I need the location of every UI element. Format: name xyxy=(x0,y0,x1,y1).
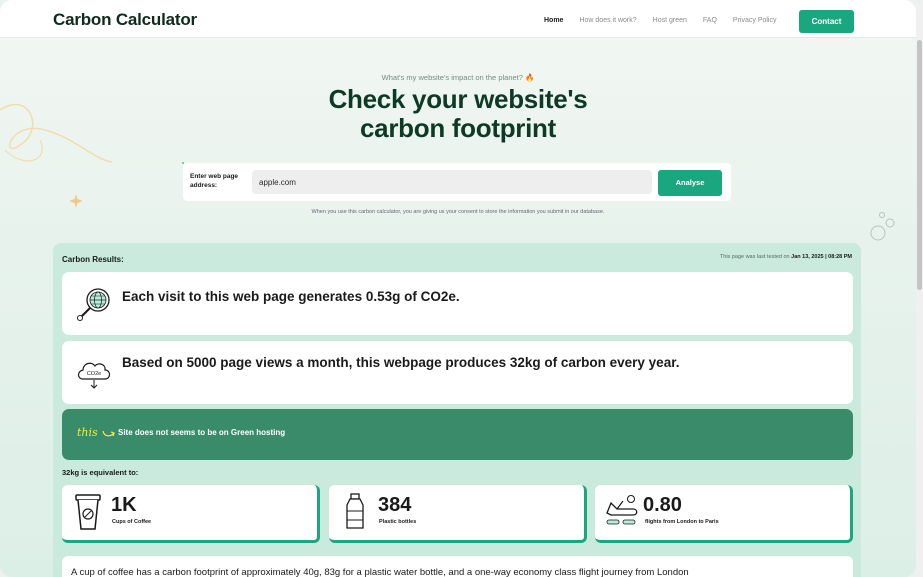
nav-privacy-policy[interactable]: Privacy Policy xyxy=(733,17,777,24)
url-input[interactable] xyxy=(252,170,652,194)
yearly-emission-card: CO2e Based on 5000 page views a month, t… xyxy=(62,341,853,404)
co2-cloud-icon: CO2e xyxy=(77,362,111,389)
svg-text:CO2e: CO2e xyxy=(87,371,101,377)
analyse-button[interactable]: Analyse xyxy=(658,170,722,196)
banner-this-label: this xyxy=(77,426,98,439)
hero-title-line1: Check your website's xyxy=(328,84,588,114)
yearly-emission-text: Based on 5000 page views a month, this w… xyxy=(122,355,680,370)
flight-equivalent-card: 0.80 flights from London to Paris xyxy=(595,485,853,543)
green-hosting-banner: this Site does not seems to be on Green … xyxy=(62,409,853,460)
top-navbar: Carbon Calculator Home How does it work?… xyxy=(0,0,916,38)
star-decoration xyxy=(69,194,83,208)
coffee-cup-icon xyxy=(75,494,101,530)
nav-how-it-works[interactable]: How does it work? xyxy=(579,17,636,24)
results-title: Carbon Results: xyxy=(62,255,124,264)
coffee-equivalent-card: 1K Cups of Coffee xyxy=(62,485,320,543)
site-logo[interactable]: Carbon Calculator xyxy=(53,10,197,30)
nav-home[interactable]: Home xyxy=(544,17,563,24)
curved-arrow-icon xyxy=(102,430,115,437)
visit-emission-card: Each visit to this web page generates 0.… xyxy=(62,272,853,335)
scrollbar-track[interactable] xyxy=(916,0,923,577)
equivalent-label: 32kg is equivalent to: xyxy=(62,468,139,477)
plane-icon xyxy=(606,495,638,525)
explanation-card: A cup of coffee has a carbon footprint o… xyxy=(62,556,853,577)
last-tested-info: This page was last tested on Jan 13, 202… xyxy=(720,254,852,260)
explanation-text: A cup of coffee has a carbon footprint o… xyxy=(71,567,689,577)
flight-label: flights from London to Paris xyxy=(645,519,719,525)
coffee-value: 1K xyxy=(111,494,137,516)
coffee-label: Cups of Coffee xyxy=(112,519,152,525)
green-hosting-status: Site does not seems to be on Green hosti… xyxy=(118,428,286,437)
carbon-results-panel: Carbon Results: This page was last teste… xyxy=(53,243,861,577)
bottle-equivalent-card: 384 Plastic bottles xyxy=(329,485,587,543)
hero-title: Check your website's carbon footprint xyxy=(0,85,916,143)
nav-faq[interactable]: FAQ xyxy=(703,17,717,24)
url-search-form: Enter web page address: Analyse xyxy=(183,163,731,201)
last-tested-date: Jan 13, 2025 | 08:28 PM xyxy=(791,254,852,260)
visit-emission-text: Each visit to this web page generates 0.… xyxy=(122,289,460,304)
bottle-label: Plastic bottles xyxy=(379,519,417,525)
main-nav: Home How does it work? Host green FAQ Pr… xyxy=(544,17,793,24)
page-frame: Carbon Calculator Home How does it work?… xyxy=(0,0,916,577)
consent-notice: When you use this carbon calculator, you… xyxy=(311,209,605,215)
flight-value: 0.80 xyxy=(643,494,682,516)
bottle-value: 384 xyxy=(378,494,412,516)
contact-button[interactable]: Contact xyxy=(799,10,854,33)
scrollbar-thumb[interactable] xyxy=(917,40,922,290)
hero-kicker: What's my website's impact on the planet… xyxy=(381,73,535,82)
bottle-icon xyxy=(346,493,364,529)
last-tested-prefix: This page was last tested on xyxy=(719,254,792,260)
nav-host-green[interactable]: Host green xyxy=(653,17,687,24)
url-input-label: Enter web page address: xyxy=(190,173,239,189)
globe-magnifier-icon xyxy=(77,288,110,321)
hero-title-line2: carbon footprint xyxy=(360,113,556,143)
